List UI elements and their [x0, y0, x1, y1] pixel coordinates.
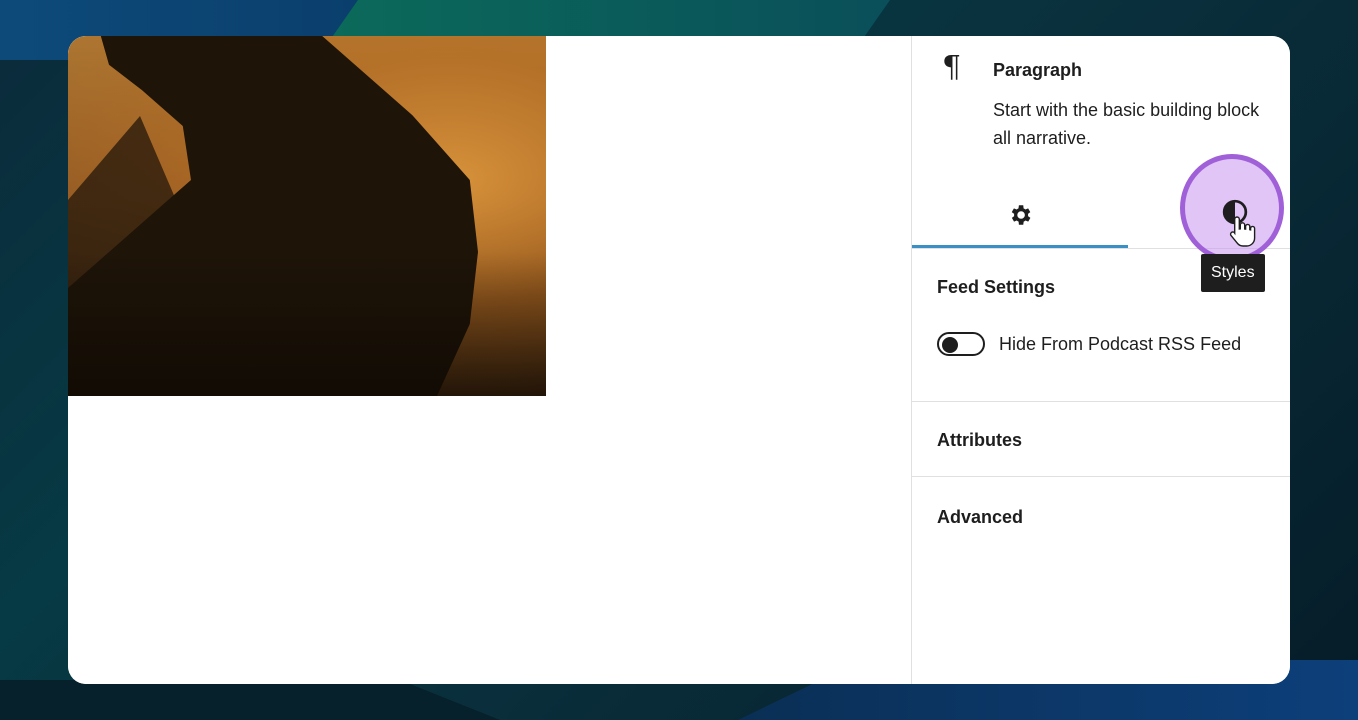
- block-settings-sidebar: ¶ Paragraph Start with the basic buildin…: [911, 36, 1290, 684]
- paragraph-icon: ¶: [942, 50, 962, 85]
- hide-from-rss-label: Hide From Podcast RSS Feed: [999, 333, 1242, 354]
- tab-settings[interactable]: [912, 184, 1128, 248]
- attributes-panel-toggle[interactable]: Attributes: [937, 430, 1022, 451]
- hide-from-rss-toggle-row: Hide From Podcast RSS Feed: [937, 332, 1241, 356]
- block-title: Paragraph: [993, 60, 1083, 80]
- gear-icon: [1011, 205, 1031, 225]
- advanced-panel-toggle[interactable]: Advanced: [937, 507, 1023, 528]
- divider: [912, 476, 1290, 477]
- editor-canvas[interactable]: [68, 36, 911, 684]
- hand-pointer-cursor-icon: [1229, 216, 1256, 247]
- editor-window: ¶ Paragraph Start with the basic buildin…: [68, 36, 1290, 684]
- feed-settings-title[interactable]: Feed Settings: [937, 277, 1055, 298]
- divider: [912, 401, 1290, 402]
- hide-from-rss-toggle[interactable]: [937, 332, 985, 356]
- styles-tooltip: Styles: [1201, 254, 1265, 292]
- block-description: Start with the basic building block all …: [993, 100, 1260, 148]
- hooded-figure-image[interactable]: [68, 36, 546, 396]
